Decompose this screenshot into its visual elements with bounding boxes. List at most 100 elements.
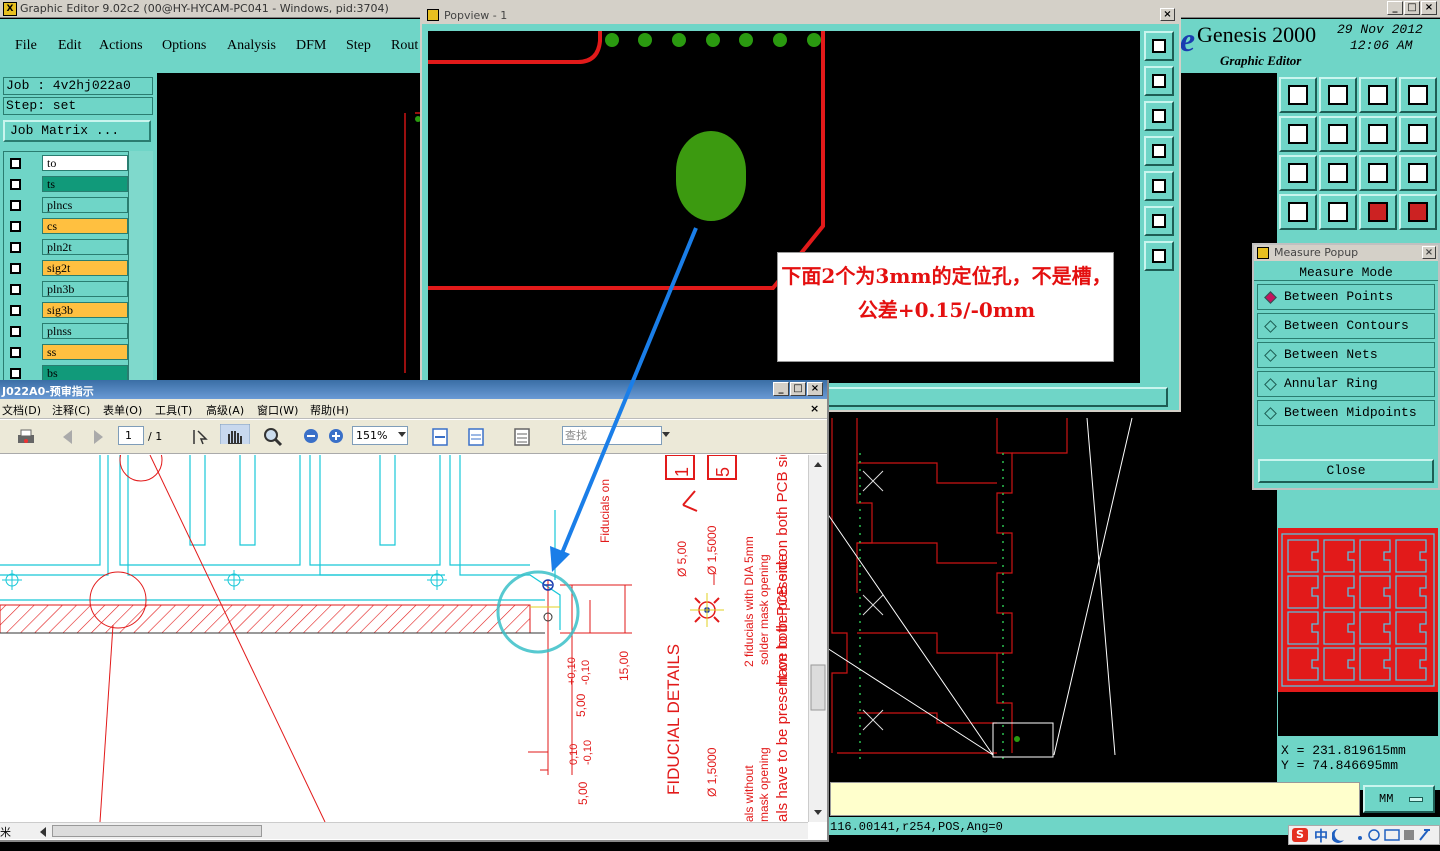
- fit-width-icon[interactable]: [466, 427, 486, 447]
- pdf-maximize-button[interactable]: □: [790, 382, 806, 396]
- layer-checkbox[interactable]: [10, 368, 21, 379]
- layer-row-sig3b[interactable]: sig3b: [6, 302, 128, 319]
- previous-page-icon[interactable]: [58, 427, 78, 447]
- popview-pan-left-button[interactable]: [1144, 136, 1174, 166]
- measure-option-4[interactable]: Between Midpoints: [1257, 400, 1435, 426]
- help-button[interactable]: [1399, 155, 1437, 191]
- split-view-button[interactable]: [1399, 77, 1437, 113]
- pdf-menu-window[interactable]: 窗口(W): [257, 402, 298, 418]
- measure-close-button[interactable]: Close: [1258, 459, 1434, 483]
- page-number-input[interactable]: 1: [118, 426, 144, 445]
- menu-rout[interactable]: Rout: [391, 38, 418, 54]
- pan-down-button[interactable]: [1319, 77, 1357, 113]
- layer-row-pln2t[interactable]: pln2t: [6, 239, 128, 256]
- ratio-button[interactable]: [1359, 155, 1397, 191]
- ime-mode-indicator[interactable]: 中: [1314, 826, 1328, 846]
- layer-name[interactable]: sig3b: [42, 302, 128, 318]
- popview-close-button[interactable]: ×: [1160, 8, 1175, 21]
- connection-red-alt-button[interactable]: [1399, 194, 1437, 230]
- pdf-menu-forms[interactable]: 表单(O): [103, 402, 142, 418]
- chevron-down-icon[interactable]: [398, 432, 406, 452]
- measure-option-2[interactable]: Between Nets: [1257, 342, 1435, 368]
- zoom-home-button[interactable]: [1279, 77, 1317, 113]
- layer-row-pln3b[interactable]: pln3b: [6, 281, 128, 298]
- layer-row-plncs[interactable]: plncs: [6, 197, 128, 214]
- layer-checkbox[interactable]: [10, 242, 21, 253]
- layer-checkbox[interactable]: [10, 305, 21, 316]
- fit-page-icon[interactable]: [430, 427, 450, 447]
- zoom-out-icon[interactable]: [302, 427, 320, 447]
- layer-name[interactable]: cs: [42, 218, 128, 234]
- pdf-horizontal-scrollbar[interactable]: 米: [0, 822, 808, 839]
- print-icon[interactable]: [16, 427, 36, 447]
- layer-row-sig2t[interactable]: sig2t: [6, 260, 128, 277]
- popview-pan-right-button[interactable]: [1144, 171, 1174, 201]
- next-page-icon[interactable]: [88, 427, 108, 447]
- layer-name[interactable]: plnss: [42, 323, 128, 339]
- pan-right-button[interactable]: [1319, 116, 1357, 152]
- page-layout-icon[interactable]: [512, 427, 532, 447]
- pdf-minimize-button[interactable]: _: [773, 382, 789, 396]
- menu-file[interactable]: File: [15, 38, 37, 54]
- hand-tool-icon[interactable]: [220, 424, 250, 444]
- layer-list-scrollbar[interactable]: [128, 151, 153, 383]
- layer-name[interactable]: plncs: [42, 197, 128, 213]
- layer-checkbox[interactable]: [10, 158, 21, 169]
- board-thumbnail[interactable]: [1278, 528, 1438, 692]
- menu-actions[interactable]: Actions: [99, 38, 143, 54]
- layer-checkbox[interactable]: [10, 263, 21, 274]
- command-input[interactable]: [830, 782, 1360, 816]
- layer-name[interactable]: sig2t: [42, 260, 128, 276]
- job-matrix-button[interactable]: Job Matrix ...: [3, 120, 151, 142]
- close-button[interactable]: ×: [1421, 1, 1437, 15]
- layer-checkbox[interactable]: [10, 200, 21, 211]
- pdf-vertical-scrollbar[interactable]: [808, 455, 827, 822]
- pdf-menu-document[interactable]: 文档(D): [2, 402, 41, 418]
- popview-zoom-down-button[interactable]: [1144, 101, 1174, 131]
- popview-zoom-up-button[interactable]: [1144, 66, 1174, 96]
- layer-checkbox[interactable]: [10, 347, 21, 358]
- home-button[interactable]: [1359, 77, 1397, 113]
- pdf-close-button[interactable]: ×: [807, 382, 823, 396]
- layer-row-ss[interactable]: ss: [6, 344, 128, 361]
- layer-name[interactable]: ts: [42, 176, 128, 192]
- maximize-button[interactable]: □: [1404, 1, 1420, 15]
- layer-row-plnss[interactable]: plnss: [6, 323, 128, 340]
- measure-option-0[interactable]: Between Points: [1257, 284, 1435, 310]
- popview-fit-button[interactable]: [1144, 206, 1174, 236]
- unit-select[interactable]: MM: [1363, 785, 1435, 813]
- menu-step[interactable]: Step: [346, 38, 371, 54]
- layer-checkbox[interactable]: [10, 221, 21, 232]
- menu-dfm[interactable]: DFM: [296, 38, 326, 54]
- measure-close-x-button[interactable]: ×: [1422, 246, 1436, 259]
- popview-zoom-window-button[interactable]: [1144, 31, 1174, 61]
- measure-option-1[interactable]: Between Contours: [1257, 313, 1435, 339]
- fit-button[interactable]: [1279, 155, 1317, 191]
- zigzag-button[interactable]: [1399, 116, 1437, 152]
- menu-edit[interactable]: Edit: [58, 38, 81, 54]
- layer-name[interactable]: pln3b: [42, 281, 128, 297]
- layer-checkbox[interactable]: [10, 179, 21, 190]
- layer-checkbox[interactable]: [10, 326, 21, 337]
- pdf-document-close-button[interactable]: ×: [810, 402, 819, 415]
- pdf-menu-tools[interactable]: 工具(T): [155, 402, 192, 418]
- layer-name[interactable]: to: [42, 155, 128, 171]
- swap-button[interactable]: [1359, 116, 1397, 152]
- zoom-tool-icon[interactable]: [262, 427, 284, 447]
- pdf-menu-advanced[interactable]: 高级(A): [206, 402, 244, 418]
- sogou-ime-icon[interactable]: S: [1292, 828, 1308, 842]
- net-button[interactable]: [1319, 194, 1357, 230]
- popview-center-button[interactable]: [1144, 241, 1174, 271]
- pdf-menu-help[interactable]: 帮助(H): [310, 402, 349, 418]
- select-text-icon[interactable]: [190, 427, 210, 447]
- measure-button[interactable]: [1279, 194, 1317, 230]
- pdf-menu-comments[interactable]: 注释(C): [52, 402, 90, 418]
- layer-checkbox[interactable]: [10, 284, 21, 295]
- layer-row-to[interactable]: to: [6, 155, 128, 172]
- menu-analysis[interactable]: Analysis: [227, 38, 276, 54]
- measure-option-3[interactable]: Annular Ring: [1257, 371, 1435, 397]
- zoom-in-icon[interactable]: [327, 427, 345, 447]
- connection-red-button[interactable]: [1359, 194, 1397, 230]
- hscroll-thumb[interactable]: [52, 825, 262, 837]
- minimize-button[interactable]: _: [1387, 1, 1403, 15]
